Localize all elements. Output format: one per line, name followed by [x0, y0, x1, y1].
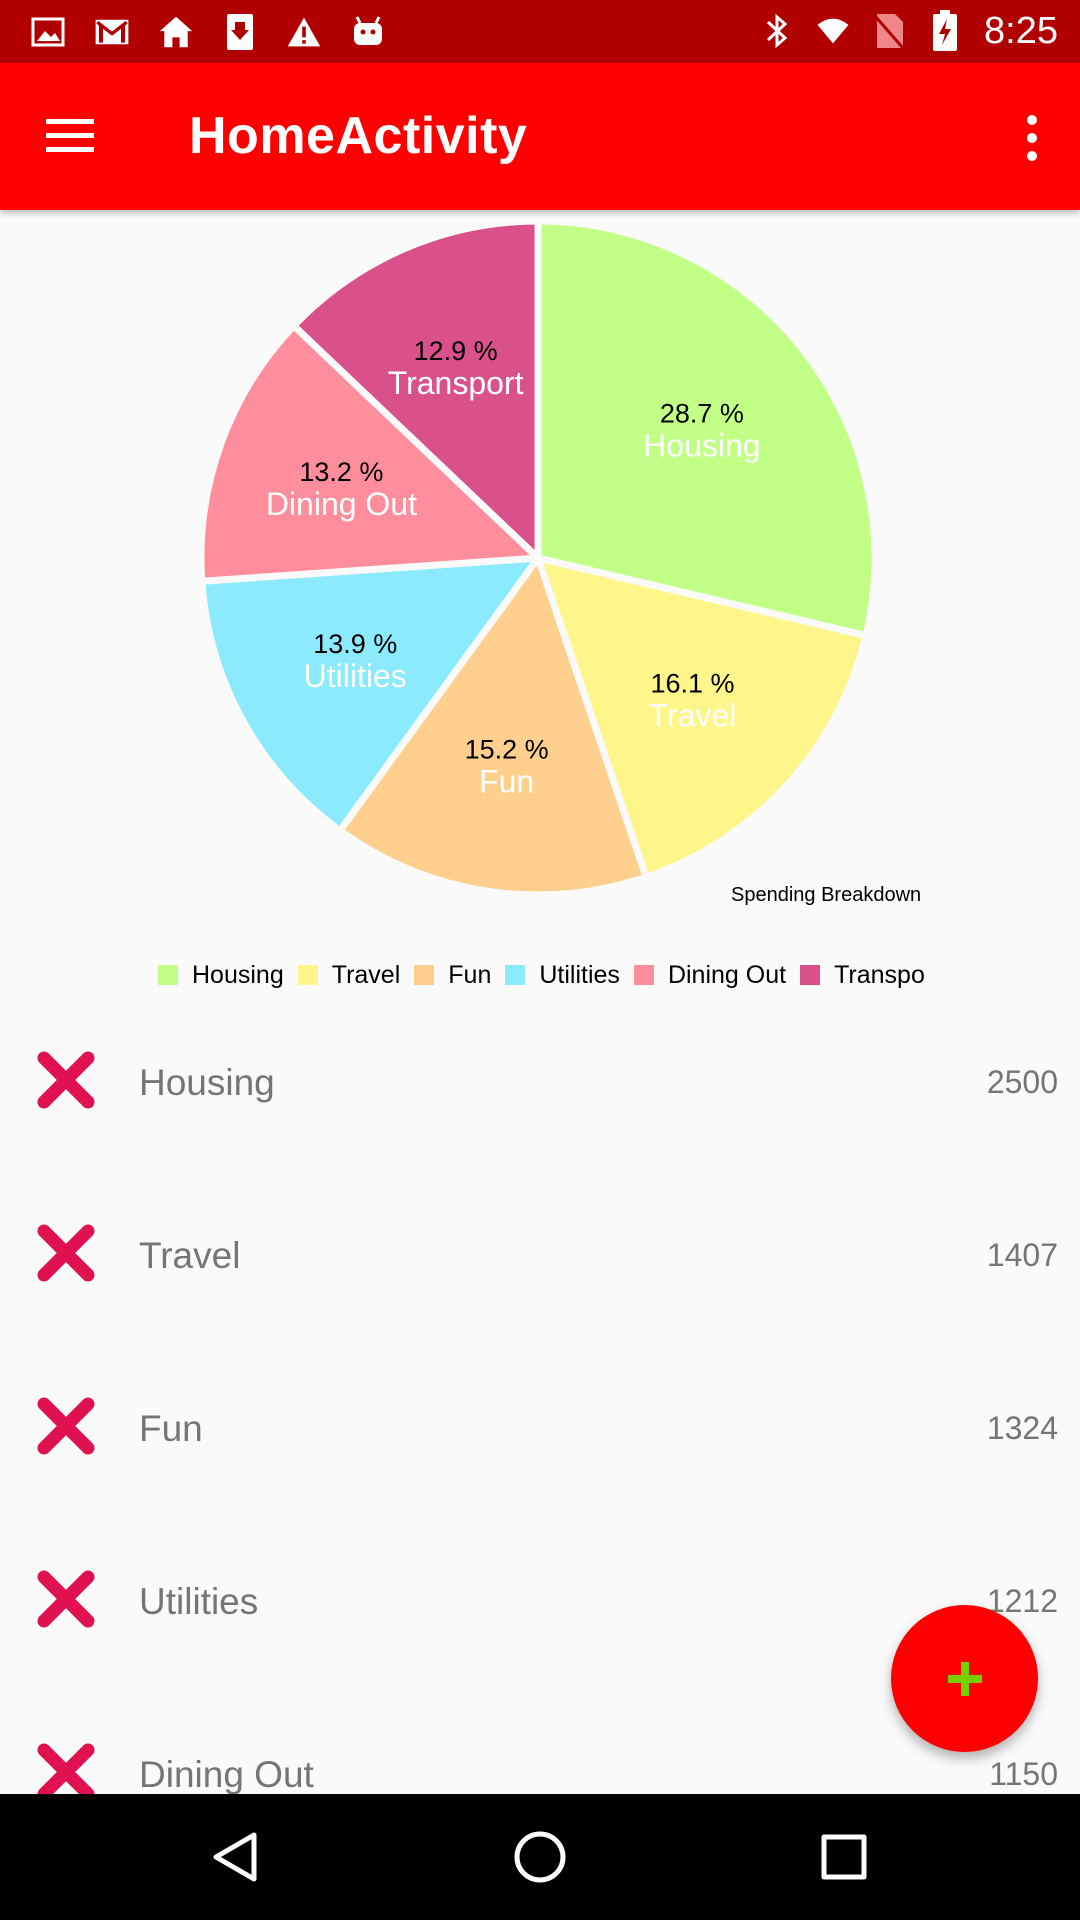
legend-label: Transpo — [834, 960, 925, 989]
navigation-bar — [0, 1794, 1080, 1920]
slice-category-label: Fun — [479, 764, 534, 800]
photo-icon — [30, 14, 66, 50]
expense-name: Travel — [139, 1235, 241, 1276]
add-expense-button[interactable] — [891, 1605, 1038, 1752]
more-vert-icon[interactable] — [1002, 103, 1062, 173]
recents-icon[interactable] — [814, 1827, 874, 1887]
legend-swatch — [158, 965, 178, 985]
delete-icon[interactable] — [36, 1742, 96, 1794]
pie-chart-svg[interactable]: 28.7 %Housing 16.1 %Travel 15.2 %Fun 13.9 %… — [0, 210, 1080, 950]
expense-amount: 1150 — [989, 1756, 1058, 1792]
delete-icon[interactable] — [36, 1223, 96, 1283]
legend-label: Fun — [448, 960, 492, 989]
legend-swatch — [414, 965, 435, 985]
legend-item: Transpo — [800, 961, 925, 990]
plus-icon — [947, 1661, 982, 1696]
chart-description: Spending Breakdown — [731, 884, 922, 906]
slice-percent-label: 16.1 % — [651, 669, 735, 699]
home-icon — [158, 14, 194, 50]
legend-item: Utilities — [505, 961, 620, 990]
download-icon — [222, 14, 258, 50]
hamburger-menu-icon[interactable] — [42, 111, 98, 161]
expense-name: Fun — [139, 1408, 203, 1449]
status-time: 8:25 — [984, 9, 1058, 52]
no-sim-icon — [872, 14, 906, 49]
expense-name: Utilities — [139, 1581, 259, 1622]
legend-item: Dining Out — [633, 960, 787, 990]
slice-percent-label: 13.2 % — [299, 457, 383, 487]
app-bar: HomeActivity — [0, 63, 1080, 210]
expense-amount: 2500 — [986, 1064, 1058, 1100]
slice-category-label: Transport — [388, 365, 524, 401]
slice-percent-label: 15.2 % — [465, 735, 549, 765]
status-bar: 8:25 — [0, 0, 1080, 63]
legend-label: Dining Out — [667, 960, 787, 989]
home-circle-icon[interactable] — [510, 1827, 570, 1887]
gmail-icon — [94, 14, 130, 50]
legend-swatch — [505, 965, 526, 985]
slice-percent-label: 13.9 % — [313, 629, 397, 659]
legend-item: Housing — [158, 961, 284, 990]
page-title: HomeActivity — [189, 107, 528, 165]
legend-label: Utilities — [539, 960, 620, 989]
legend-item: Travel — [297, 960, 401, 990]
android-icon — [350, 14, 386, 50]
slice-category-label: Utilities — [304, 658, 407, 694]
legend-swatch — [800, 965, 821, 985]
expense-name: Dining Out — [139, 1754, 314, 1794]
legend-item: Fun — [414, 961, 491, 990]
delete-icon[interactable] — [36, 1396, 96, 1456]
list-item[interactable]: Housing 2500 — [0, 1010, 1080, 1183]
warning-icon — [286, 14, 322, 50]
slice-percent-label: 28.7 % — [660, 398, 744, 428]
chart-legend: Housing Travel Fun Utilities Dining Out Trans… — [158, 955, 934, 995]
legend-swatch — [297, 965, 318, 985]
bluetooth-icon — [760, 13, 794, 49]
list-item[interactable]: Fun 1324 — [0, 1356, 1080, 1529]
slice-category-label: Dining Out — [266, 486, 417, 522]
legend-swatch — [633, 965, 654, 985]
slice-percent-label: 12.9 % — [414, 336, 498, 366]
wifi-icon — [816, 14, 850, 48]
back-icon[interactable] — [206, 1827, 266, 1887]
slice-category-label: Travel — [649, 698, 737, 734]
list-item[interactable]: Travel 1407 — [0, 1183, 1080, 1356]
legend-label: Travel — [331, 960, 401, 989]
legend-label: Housing — [192, 960, 284, 989]
spending-pie-chart[interactable]: 28.7 % Housing 16.1 % Travel 15.2 % Fun 13.9 %… — [0, 210, 1080, 1010]
expense-amount: 1324 — [986, 1410, 1058, 1446]
expense-amount: 1407 — [986, 1237, 1058, 1273]
slice-category-label: Housing — [643, 427, 760, 463]
battery-charging-icon — [928, 10, 962, 51]
expense-name: Housing — [139, 1062, 275, 1103]
delete-icon[interactable] — [36, 1569, 96, 1629]
delete-icon[interactable] — [36, 1050, 96, 1110]
